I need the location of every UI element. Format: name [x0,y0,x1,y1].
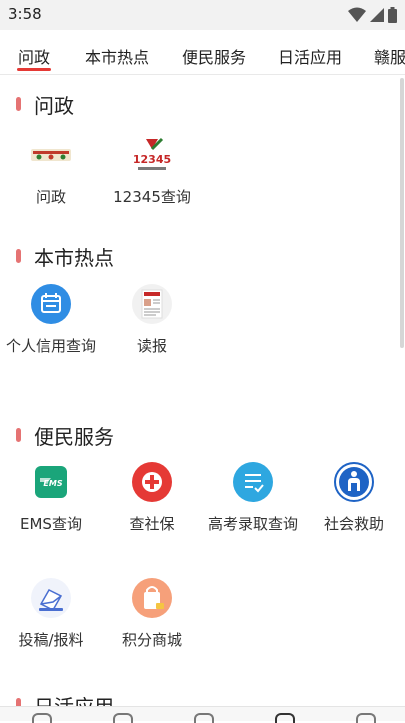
item-label: 12345查询 [113,188,191,206]
wifi-icon [348,7,366,22]
status-bar: 3:58 [0,0,405,30]
item-wenzheng[interactable]: 问政 [2,135,100,210]
status-icons [348,6,397,24]
item-social-security[interactable]: 查社保 [103,462,201,537]
exam-checklist-icon [233,462,273,502]
social-relief-icon [334,462,374,502]
section-marker [16,249,21,263]
item-label: 个人信用查询 [6,337,97,355]
nav-services-icon[interactable] [275,713,295,723]
credit-calendar-icon [31,284,71,324]
item-read-newspaper[interactable]: 读报 [103,284,201,359]
signal-icon [370,8,384,22]
newspaper-icon [132,284,172,324]
banner-image-icon [31,135,71,175]
section-title: 便民服务 [34,424,114,449]
svg-text:EMS: EMS [43,479,62,488]
scrollbar[interactable] [400,78,404,348]
item-12345-query[interactable]: 12345 12345查询 [103,135,201,210]
bottom-navigation [0,706,405,723]
item-ems-query[interactable]: EMS EMS查询 [2,462,100,537]
section-header-wenzheng: 问政 [16,91,74,118]
item-label: 社会救助 [323,515,384,533]
nav-home-icon[interactable] [32,713,52,723]
item-label: 读报 [136,337,167,355]
section-marker [16,97,21,111]
nav-discover-icon[interactable] [113,713,133,723]
tab-wenzheng[interactable]: 问政 [18,44,50,68]
item-gaokao-admission-query[interactable]: 高考录取查询 [204,462,302,537]
nav-center-icon[interactable] [194,713,214,723]
main-content: 问政 问政 12345 12345查询 本市热点 个人信用查询 读报 便民服务 … [0,75,400,720]
social-security-icon [132,462,172,502]
tab-daily-apps[interactable]: 日活应用 [278,44,342,68]
section-title: 本市热点 [34,245,114,270]
item-label: EMS查询 [20,515,82,533]
section-marker [16,428,21,442]
status-time: 3:58 [8,5,42,23]
tab-city-hotspots[interactable]: 本市热点 [85,44,149,68]
battery-icon [388,7,397,23]
item-social-relief[interactable]: 社会救助 [305,462,400,537]
tab-ganfu[interactable]: 赣服 [374,44,405,68]
svg-text:12345: 12345 [133,153,171,166]
item-label: 问政 [35,188,66,206]
section-header-convenience-services: 便民服务 [16,422,114,449]
section-title: 问政 [34,93,74,118]
tab-convenience-services[interactable]: 便民服务 [182,44,246,68]
ems-icon: EMS [31,462,71,502]
item-label: 查社保 [129,515,175,533]
active-tab-indicator [17,68,51,71]
item-label: 投稿/报料 [18,631,84,649]
item-submit-news-tip[interactable]: 投稿/报料 [2,578,100,653]
item-personal-credit-query[interactable]: 个人信用查询 [2,284,100,359]
submit-envelope-icon [31,578,71,618]
item-points-mall[interactable]: 积分商城 [103,578,201,653]
item-label: 高考录取查询 [208,515,299,533]
points-shop-bag-icon [132,578,172,618]
nav-profile-icon[interactable] [356,713,376,723]
hotline-12345-logo: 12345 [132,135,172,175]
category-tabs: 问政 本市热点 便民服务 日活应用 赣服 [0,36,405,75]
item-label: 积分商城 [121,631,182,649]
section-header-city-hotspots: 本市热点 [16,243,114,270]
